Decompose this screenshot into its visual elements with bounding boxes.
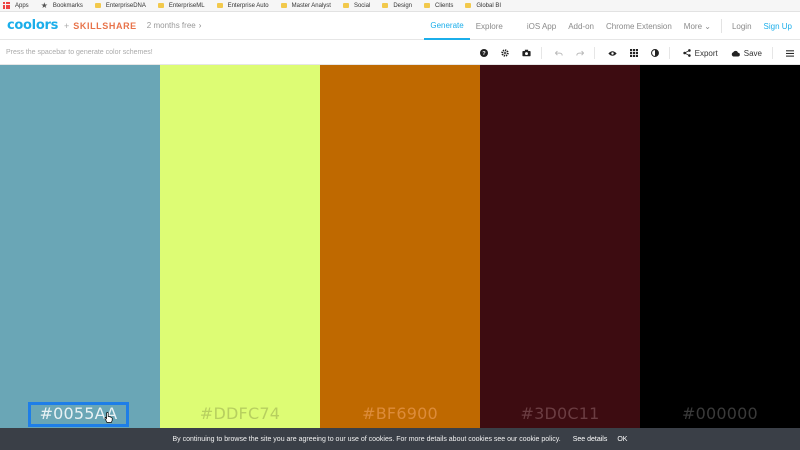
signup-link[interactable]: Sign Up <box>758 12 800 40</box>
cookie-message: By continuing to browse the site you are… <box>172 435 561 443</box>
bookmark-social[interactable]: Social <box>342 2 371 9</box>
bookmark-enterprisedna[interactable]: EnterpriseDNA <box>94 2 146 9</box>
bookmark-label: Enterprise Auto <box>227 2 269 9</box>
bookmark-label: Apps <box>15 2 29 9</box>
bookmark-label: Bookmarks <box>52 2 83 9</box>
bookmark-master-analyst[interactable]: Master Analyst <box>280 2 331 9</box>
cookie-ok-button[interactable]: OK <box>617 436 627 443</box>
hex-code[interactable]: #DDFC74 <box>160 404 320 423</box>
save-button[interactable]: Save <box>731 49 762 58</box>
bookmark-label: EnterpriseDNA <box>105 2 146 9</box>
bookmark-bookmarks[interactable]: ★ Bookmarks <box>40 0 83 10</box>
bookmark-label: Global BI <box>476 2 502 9</box>
bookmark-enterpriseml[interactable]: EnterpriseML <box>157 2 205 9</box>
folder-icon <box>216 3 223 8</box>
redo-button[interactable] <box>575 50 584 57</box>
promo-link[interactable]: 2 months free › <box>147 21 202 30</box>
color-palette: #0055AA #DDFC74 #BF6900 #3D0C11 #000000 <box>0 65 800 428</box>
eye-icon <box>608 50 617 56</box>
hand-cursor-icon <box>104 412 113 423</box>
cookie-banner: By continuing to browse the site you are… <box>0 428 800 450</box>
color-swatch-5[interactable]: #000000 <box>640 65 800 428</box>
plus-sign: + <box>64 20 70 31</box>
undo-icon <box>554 50 563 56</box>
camera-icon <box>522 49 531 57</box>
bookmark-design[interactable]: Design <box>382 3 412 9</box>
folder-icon <box>382 3 389 8</box>
menu-button[interactable] <box>786 49 794 57</box>
hex-code[interactable]: #0055AA <box>28 404 129 423</box>
star-icon: ★ <box>40 0 48 10</box>
toolbar-divider <box>668 47 670 59</box>
bookmark-global-bi[interactable]: Global BI <box>465 3 501 9</box>
coolors-logo[interactable]: coolors <box>7 18 58 33</box>
color-swatch-1[interactable]: #0055AA <box>0 65 160 428</box>
nav-explore[interactable]: Explore <box>470 12 509 40</box>
color-swatch-3[interactable]: #BF6900 <box>320 65 480 428</box>
bookmark-label: EnterpriseML <box>168 2 205 9</box>
main-navbar: coolors + SKILLSHARE 2 months free › Gene… <box>0 12 800 40</box>
toolbar-divider <box>540 47 542 59</box>
cloud-icon <box>731 50 740 56</box>
skillshare-logo[interactable]: SKILLSHARE <box>73 21 137 31</box>
save-label: Save <box>743 48 762 58</box>
bookmark-label: Master Analyst <box>291 2 331 9</box>
hex-code[interactable]: #BF6900 <box>320 404 480 423</box>
help-button[interactable]: ? <box>479 49 488 57</box>
export-label: Export <box>694 48 718 58</box>
chevron-right-icon: › <box>198 21 202 30</box>
folder-icon <box>157 3 164 8</box>
redo-icon <box>575 50 584 56</box>
nav-divider <box>720 19 722 33</box>
folder-icon <box>94 3 101 8</box>
bookmark-label: Social <box>353 2 371 9</box>
hex-code[interactable]: #000000 <box>640 404 800 423</box>
toolbar-actions: ? Export Save <box>467 41 794 65</box>
export-button[interactable]: Export <box>682 48 718 58</box>
login-link[interactable]: Login <box>726 12 758 40</box>
toolbar-divider <box>772 47 773 59</box>
spacebar-hint: Press the spacebar to generate color sch… <box>6 49 153 56</box>
see-details-link[interactable]: See details <box>573 436 608 443</box>
nav-links: Generate Explore iOS App Add-on Chrome E… <box>424 12 800 40</box>
camera-button[interactable] <box>522 49 531 57</box>
svg-text:?: ? <box>482 51 486 57</box>
nav-more-dropdown[interactable]: More ⌄ <box>678 12 717 40</box>
folder-icon <box>465 3 472 8</box>
folder-icon <box>280 3 287 8</box>
undo-button[interactable] <box>554 50 563 57</box>
hamburger-menu-icon <box>786 49 794 57</box>
contrast-icon <box>650 49 659 57</box>
share-icon <box>682 49 691 57</box>
color-swatch-2[interactable]: #DDFC74 <box>160 65 320 428</box>
gear-icon <box>500 49 509 57</box>
hex-code[interactable]: #3D0C11 <box>480 404 640 423</box>
bookmark-label: Design <box>393 2 412 9</box>
color-swatch-4[interactable]: #3D0C11 <box>480 65 640 428</box>
apps-icon <box>3 2 10 9</box>
bookmark-apps[interactable]: Apps <box>3 2 29 9</box>
nav-generate[interactable]: Generate <box>424 12 470 40</box>
help-icon: ? <box>479 49 488 57</box>
toolbar-divider <box>593 47 595 59</box>
settings-button[interactable] <box>500 49 509 57</box>
folder-icon <box>342 3 349 8</box>
bookmark-label: Clients <box>435 2 454 9</box>
bookmark-clients[interactable]: Clients <box>424 3 453 9</box>
grid-icon <box>629 49 638 57</box>
nav-add-on[interactable]: Add-on <box>562 12 600 40</box>
generator-toolbar: Press the spacebar to generate color sch… <box>0 41 800 65</box>
grid-view-button[interactable] <box>629 49 638 57</box>
folder-icon <box>424 3 430 8</box>
promo-label: 2 months free <box>146 21 196 30</box>
bookmarks-bar: Apps ★ Bookmarks EnterpriseDNA Enterpris… <box>0 0 800 12</box>
adjust-button[interactable] <box>650 49 659 57</box>
nav-chrome-extension[interactable]: Chrome Extension <box>600 12 678 40</box>
bookmark-enterprise-auto[interactable]: Enterprise Auto <box>216 2 269 9</box>
view-button[interactable] <box>608 50 617 57</box>
nav-ios-app[interactable]: iOS App <box>521 12 562 40</box>
